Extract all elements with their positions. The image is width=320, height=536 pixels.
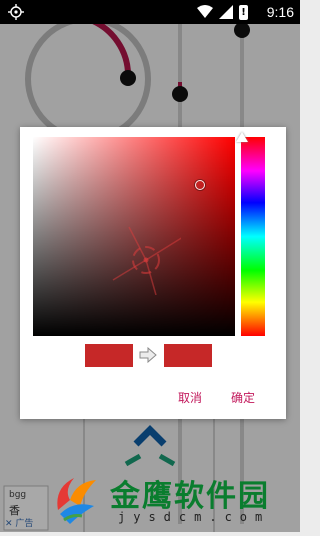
- previous-color-swatch: [85, 344, 133, 367]
- battery-alert-label: !: [241, 6, 246, 18]
- arrow-right-icon: [139, 347, 157, 363]
- status-icons: !: [197, 4, 248, 20]
- status-bar: ! 9:16: [0, 0, 300, 24]
- signal-icon: [219, 5, 233, 19]
- crosshair-icon: [8, 4, 24, 20]
- color-picker-dialog: 取消 确定: [20, 127, 286, 419]
- watermark-target-icon: [112, 226, 181, 295]
- saturation-value-panel[interactable]: [33, 137, 235, 336]
- ok-button[interactable]: 确定: [231, 389, 255, 406]
- watermark-url: jysdcm.com: [118, 510, 271, 524]
- status-time: 9:16: [266, 4, 294, 20]
- sv-picker-handle[interactable]: [195, 180, 205, 190]
- hue-slider-handle[interactable]: [236, 132, 248, 142]
- cancel-button[interactable]: 取消: [178, 389, 202, 406]
- watermark-title: 金鹰软件园: [110, 479, 270, 514]
- eagle-logo: [57, 478, 96, 524]
- battery-icon: !: [239, 4, 248, 20]
- new-color-swatch: [164, 344, 212, 367]
- wifi-icon: [197, 5, 213, 18]
- hue-slider[interactable]: [241, 137, 265, 336]
